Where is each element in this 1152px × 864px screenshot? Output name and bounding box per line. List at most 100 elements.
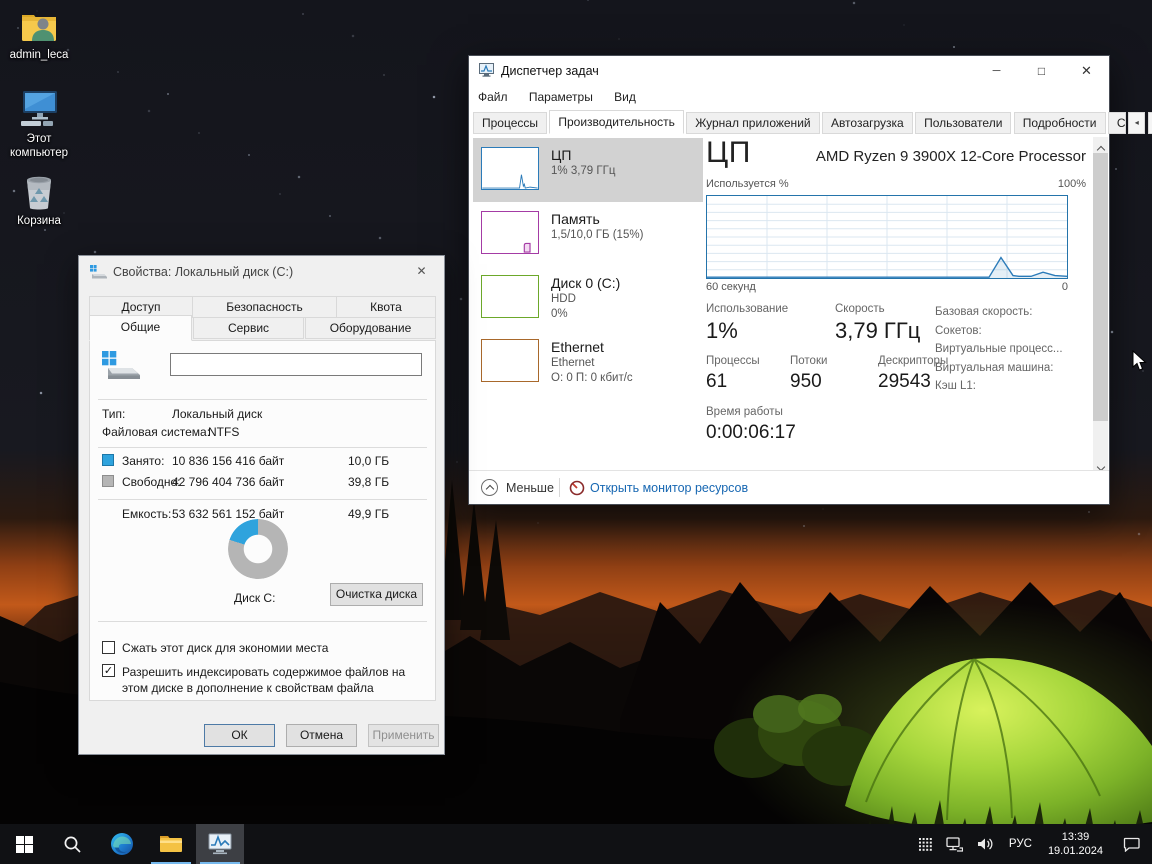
- general-tab-page: Тип: Локальный диск Файловая система: NT…: [89, 340, 436, 701]
- tab-processes[interactable]: Процессы: [473, 112, 548, 134]
- filesystem-value: NTFS: [208, 425, 240, 439]
- task-manager-taskbar-button[interactable]: [196, 824, 244, 864]
- threads-label: Потоки: [790, 355, 828, 367]
- volume-label-input[interactable]: [170, 353, 422, 376]
- action-center-button[interactable]: [1111, 824, 1152, 864]
- used-swatch: [102, 454, 114, 466]
- tab-startup[interactable]: Автозагрузка: [821, 112, 913, 134]
- file-explorer-icon: [160, 836, 182, 852]
- sidebar-item-cpu[interactable]: ЦП 1% 3,79 ГГц: [473, 138, 703, 202]
- scrollbar-thumb[interactable]: [1093, 153, 1108, 421]
- ethernet-mini-graph: [481, 339, 539, 382]
- task-manager-tabstrip: Процессы Производительность Журнал прило…: [473, 110, 1152, 134]
- desktop-icon-recycle-bin[interactable]: Корзина: [0, 172, 78, 228]
- tab-app-history[interactable]: Журнал приложений: [686, 112, 820, 134]
- drive-small-icon: [90, 265, 107, 279]
- tab-services[interactable]: С: [1107, 112, 1126, 134]
- tab-users[interactable]: Пользователи: [915, 112, 1012, 134]
- tab-scroll-right-icon[interactable]: ▸: [1147, 112, 1152, 134]
- fewer-details-label[interactable]: Меньше: [506, 481, 554, 495]
- resource-monitor-icon: [569, 480, 585, 496]
- speed-value: 3,79 ГГц: [835, 318, 921, 343]
- task-manager-window: Диспетчер задач ─ □ ✕ Файл Параметры Вид…: [468, 55, 1152, 505]
- tab-security[interactable]: Безопасность: [192, 296, 337, 318]
- window-title: Диспетчер задач: [501, 64, 599, 78]
- used-label: Занято:: [122, 454, 165, 468]
- cpu-usage-chart[interactable]: [706, 195, 1068, 279]
- disk-usage-donut-chart: [228, 519, 288, 579]
- tab-hardware[interactable]: Оборудование: [305, 317, 436, 339]
- performance-sidebar: ЦП 1% 3,79 ГГц Память 1,5/10,0 ГБ (15%) …: [473, 138, 703, 394]
- capacity-gb: 49,9 ГБ: [348, 507, 390, 521]
- tab-quota[interactable]: Квота: [336, 296, 436, 318]
- this-pc-icon: [21, 91, 57, 126]
- volume-tray-button[interactable]: [970, 824, 1001, 864]
- sidebar-disk-title: Диск 0 (C:): [551, 275, 621, 291]
- hidden-icons-button[interactable]: [912, 824, 939, 864]
- sidebar-item-disk[interactable]: Диск 0 (C:) HDD 0%: [473, 266, 703, 330]
- tab-performance[interactable]: Производительность: [549, 110, 684, 134]
- sidebar-ethernet-title: Ethernet: [551, 339, 604, 355]
- scroll-up-icon[interactable]: [1093, 137, 1108, 155]
- sidebar-item-memory[interactable]: Память 1,5/10,0 ГБ (15%): [473, 202, 703, 266]
- menu-file[interactable]: Файл: [469, 86, 517, 108]
- ok-button[interactable]: ОК: [204, 724, 275, 747]
- desktop: admin_leca Этот компьютер Корзина Диспет…: [0, 0, 1152, 864]
- filesystem-label: Файловая система:: [102, 425, 211, 439]
- scroll-down-icon[interactable]: [1093, 455, 1108, 472]
- compress-checkbox-label[interactable]: Сжать этот диск для экономии места: [122, 641, 422, 655]
- desktop-icon-this-pc[interactable]: Этот компьютер: [0, 88, 78, 160]
- usage-value: 1%: [706, 318, 738, 343]
- hidden-icons-grid-icon: [918, 837, 932, 851]
- disk-cleanup-button[interactable]: Очистка диска: [330, 583, 423, 606]
- free-swatch: [102, 475, 114, 487]
- separator: [98, 447, 427, 448]
- cpu-mini-graph: [481, 147, 539, 190]
- minimize-button[interactable]: ─: [974, 56, 1019, 86]
- dialog-tabstrip: Доступ Безопасность Квота Общие Сервис О…: [89, 296, 436, 341]
- apply-button[interactable]: Применить: [368, 724, 439, 747]
- compress-checkbox[interactable]: ✓: [102, 641, 115, 654]
- open-resource-monitor-link[interactable]: Открыть монитор ресурсов: [590, 481, 748, 495]
- edge-taskbar-button[interactable]: [98, 824, 146, 864]
- memory-mini-graph: [481, 211, 539, 254]
- network-icon: [946, 836, 963, 852]
- tab-general[interactable]: Общие: [89, 315, 192, 341]
- task-manager-titlebar[interactable]: Диспетчер задач ─ □ ✕: [469, 56, 1109, 86]
- graph-xright: 0: [1061, 281, 1068, 293]
- vertical-scrollbar[interactable]: [1093, 137, 1108, 472]
- fewer-details-button[interactable]: [481, 479, 498, 496]
- disk-mini-graph: [481, 275, 539, 318]
- index-checkbox[interactable]: ✓: [102, 664, 115, 677]
- menu-view[interactable]: Вид: [605, 86, 645, 108]
- tab-tools[interactable]: Сервис: [193, 317, 304, 339]
- file-explorer-taskbar-button[interactable]: [147, 824, 195, 864]
- sidebar-cpu-sub: 1% 3,79 ГГц: [551, 165, 616, 177]
- dialog-close-icon[interactable]: ✕: [399, 256, 444, 286]
- clock[interactable]: 13:39 19.01.2024: [1040, 830, 1111, 858]
- l1-cache-label: Кэш L1:: [935, 380, 976, 392]
- menu-options[interactable]: Параметры: [520, 86, 602, 108]
- chevron-up-icon: [485, 484, 494, 494]
- start-button[interactable]: [0, 824, 48, 864]
- cancel-button[interactable]: Отмена: [286, 724, 357, 747]
- usage-label: Использование: [706, 303, 789, 315]
- dialog-titlebar[interactable]: Свойства: Локальный диск (C:) ✕: [79, 256, 444, 288]
- virtual-machine-label: Виртуальная машина:: [935, 361, 1054, 374]
- used-gb: 10,0 ГБ: [348, 454, 390, 468]
- tab-details[interactable]: Подробности: [1013, 112, 1106, 134]
- index-checkbox-label[interactable]: Разрешить индексировать содержимое файло…: [122, 664, 422, 696]
- task-manager-menubar: Файл Параметры Вид: [469, 86, 1109, 110]
- search-icon: [64, 836, 81, 853]
- search-button[interactable]: [48, 824, 96, 864]
- sidebar-item-ethernet[interactable]: Ethernet Ethernet О: 0 П: 0 кбит/с: [473, 330, 703, 394]
- language-indicator[interactable]: РУС: [1001, 838, 1040, 850]
- clock-date: 19.01.2024: [1047, 845, 1103, 857]
- tab-scroll-left-icon[interactable]: ◂: [1128, 112, 1146, 134]
- cpu-stats: Использование 1% Скорость 3,79 ГГц Проце…: [706, 303, 1088, 453]
- clock-time: 13:39: [1061, 831, 1090, 843]
- maximize-button[interactable]: □: [1019, 56, 1064, 86]
- network-tray-button[interactable]: [939, 824, 970, 864]
- close-button[interactable]: ✕: [1064, 56, 1109, 86]
- desktop-icon-user-folder[interactable]: admin_leca: [0, 8, 78, 62]
